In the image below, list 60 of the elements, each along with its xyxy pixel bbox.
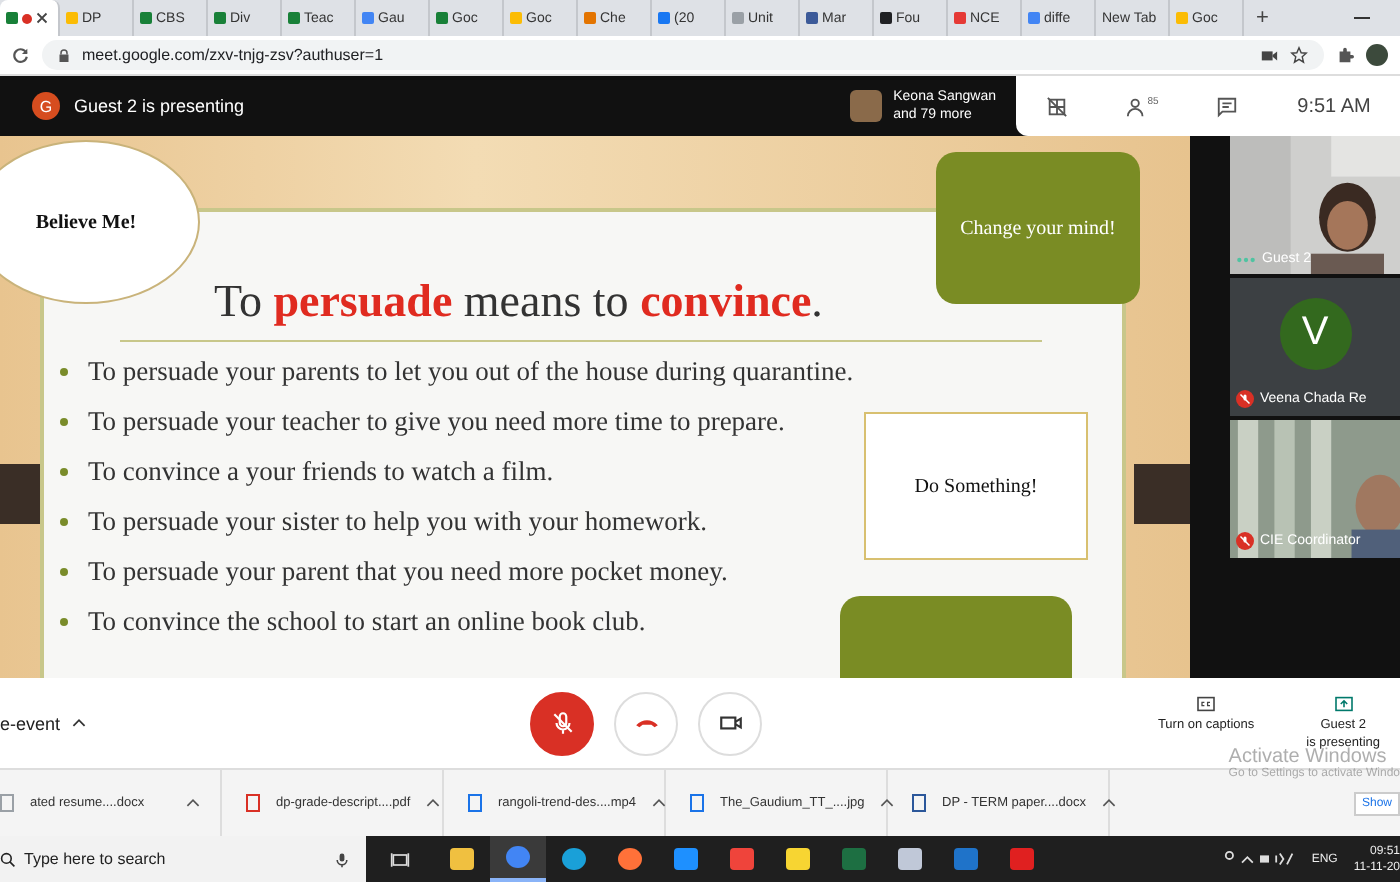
file-icon xyxy=(468,794,482,812)
people-icon[interactable] xyxy=(1125,95,1148,118)
camera-button[interactable] xyxy=(698,691,762,756)
bubble-text: Change your mind! xyxy=(960,217,1116,240)
presenter-avatar: G xyxy=(32,92,60,121)
bullet-icon xyxy=(60,517,68,526)
layout-icon[interactable] xyxy=(1045,95,1068,118)
presenting-status: Guest 2 is presenting xyxy=(74,96,245,117)
caret-icon[interactable] xyxy=(1102,798,1117,808)
slide-title: To persuade means to convince. xyxy=(214,276,823,329)
bullet-text: To convince the school to start an online book club. xyxy=(88,605,646,638)
file-icon xyxy=(690,794,704,812)
caret-icon[interactable] xyxy=(880,798,895,808)
search-icon xyxy=(0,851,16,867)
bullet-text: To persuade your parent that you need more pocket money. xyxy=(88,555,728,588)
bullet-icon xyxy=(60,467,68,476)
bullet-icon xyxy=(60,617,68,626)
reload-icon[interactable] xyxy=(12,46,30,65)
bullet-text: To convince a your friends to watch a film. xyxy=(88,455,554,488)
caret-icon[interactable] xyxy=(72,718,87,729)
caret-icon[interactable] xyxy=(426,798,441,808)
file-icon xyxy=(246,794,260,812)
bullet-icon xyxy=(60,567,68,576)
profile-avatar[interactable] xyxy=(1366,44,1388,67)
address-bar[interactable]: meet.google.com/zxv-tnjg-zsv?authuser=1 xyxy=(42,40,1324,71)
bullet-icon xyxy=(60,367,68,376)
puzzle-icon[interactable] xyxy=(1336,46,1354,65)
lock-icon xyxy=(58,47,70,64)
bullet-text: To persuade your sister to help you with your homework. xyxy=(88,505,707,538)
meeting-time: 9:51 AM xyxy=(1297,95,1371,118)
browser-tab[interactable] xyxy=(0,0,60,36)
chat-icon[interactable] xyxy=(1216,95,1239,118)
viewer-avatar xyxy=(849,90,882,123)
recording-icon xyxy=(22,13,32,23)
present-icon[interactable] xyxy=(1333,695,1354,712)
file-icon xyxy=(0,794,14,812)
bubble-text: Believe Me! xyxy=(35,211,137,234)
caret-icon[interactable] xyxy=(186,798,200,808)
participant-avatar: V xyxy=(1279,297,1351,370)
star-icon[interactable] xyxy=(1290,46,1308,65)
bullet-icon xyxy=(60,417,68,426)
task-view-icon[interactable] xyxy=(390,849,410,869)
caret-icon[interactable] xyxy=(652,798,667,808)
file-icon xyxy=(912,794,926,812)
captions-icon[interactable] xyxy=(1196,695,1217,712)
microphone-icon xyxy=(549,710,575,737)
new-tab-button[interactable]: + xyxy=(1244,6,1281,30)
meeting-name: e-event xyxy=(0,713,61,734)
microphone-button[interactable] xyxy=(530,691,594,756)
activation-notice: Activate Windows xyxy=(1228,746,1387,769)
taskbar-search[interactable]: Type here to search xyxy=(0,836,366,882)
camera-icon[interactable] xyxy=(1260,46,1278,65)
taskbar-app-icon[interactable] xyxy=(490,836,546,882)
microphone-icon[interactable] xyxy=(334,851,350,867)
slide-clip xyxy=(1134,464,1190,525)
close-icon[interactable] xyxy=(36,12,48,24)
bubble-text: Do Something! xyxy=(914,475,1038,498)
bullet-text: To persuade your parents to let you out of the house during quarantine. xyxy=(88,355,854,388)
bullet-text: To persuade your teacher to give you need more time to prepare. xyxy=(88,405,785,438)
url-text: meet.google.com/zxv-tnjg-zsv?authuser=1 xyxy=(82,46,384,65)
